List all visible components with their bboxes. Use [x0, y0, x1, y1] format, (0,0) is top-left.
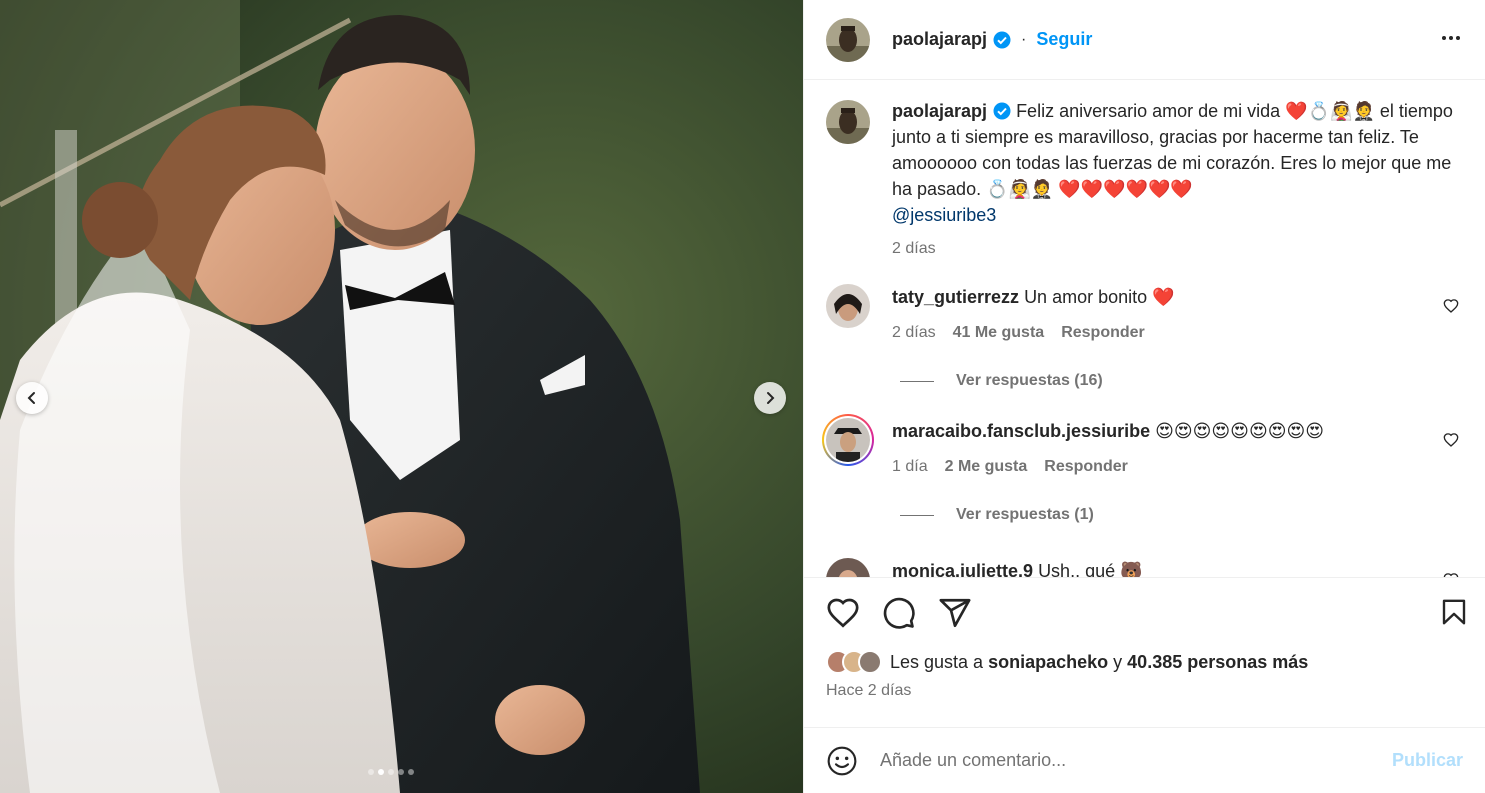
- replies-divider-line: [900, 514, 934, 516]
- carousel-dots: [368, 769, 414, 775]
- follow-button[interactable]: Seguir: [1036, 29, 1092, 50]
- caption-avatar-image: [826, 100, 870, 144]
- ring-emoji: 💍: [986, 179, 1009, 199]
- comment-input[interactable]: [880, 750, 1392, 771]
- post-actions: Les gusta a soniapacheko y 40.385 person…: [804, 577, 1485, 727]
- bear-emoji: 🐻: [1120, 561, 1143, 577]
- comment-username[interactable]: taty_gutierrezz: [892, 287, 1019, 307]
- post-side-panel: paolajarapj · Seguir paolajarapj Feliz a…: [803, 0, 1485, 793]
- publish-button[interactable]: Publicar: [1392, 750, 1463, 771]
- comment-time[interactable]: 1 día: [892, 458, 928, 476]
- carousel-prev-button[interactable]: [16, 382, 48, 414]
- post-photo[interactable]: [0, 0, 803, 793]
- comment-item: monica.juliette.9 Ush.. qué 🐻: [826, 558, 1463, 577]
- commenter-avatar-image: [826, 284, 870, 328]
- like-heart-icon[interactable]: [826, 596, 860, 630]
- post-date[interactable]: Hace 2 días: [826, 682, 1463, 700]
- replies-divider-line: [900, 380, 934, 382]
- commenter-avatar-story-ring[interactable]: [822, 414, 874, 466]
- caption-time[interactable]: 2 días: [892, 240, 936, 258]
- comment-likes-count[interactable]: 2 Me gusta: [945, 458, 1028, 476]
- liker-username[interactable]: soniapacheko: [988, 652, 1108, 673]
- commenter-avatar-image: [826, 418, 870, 462]
- commenter-avatar-image: [826, 558, 870, 577]
- bride-emoji: 👰: [1330, 101, 1353, 121]
- comment-time[interactable]: 2 días: [892, 324, 936, 342]
- caption-mention-link[interactable]: @jessiuribe3: [892, 205, 996, 225]
- verified-badge-icon: [993, 102, 1011, 120]
- comment-likes-count[interactable]: 41 Me gusta: [953, 324, 1045, 342]
- verified-badge-icon: [993, 31, 1011, 48]
- wedding-photo-illustration: [0, 0, 803, 793]
- reply-button[interactable]: Responder: [1061, 324, 1145, 342]
- liker-avatars: [826, 650, 882, 674]
- liker-avatar: [858, 650, 882, 674]
- carousel-dot: [368, 769, 374, 775]
- bride-emoji: 👰: [1008, 179, 1031, 199]
- reply-button[interactable]: Responder: [1044, 458, 1128, 476]
- chevron-left-icon: [27, 392, 35, 404]
- post-header: paolajarapj · Seguir: [804, 0, 1485, 80]
- like-comment-heart-icon[interactable]: [1443, 298, 1459, 314]
- carousel-dot-active: [378, 769, 384, 775]
- comment-text: Ush.. qué: [1038, 561, 1116, 577]
- view-replies-button[interactable]: Ver respuestas (16): [900, 372, 1463, 390]
- red-hearts-emoji: ❤️❤️❤️❤️❤️❤️: [1058, 179, 1193, 199]
- likes-summary[interactable]: Les gusta a soniapacheko y 40.385 person…: [826, 650, 1463, 674]
- like-comment-heart-icon[interactable]: [1443, 432, 1459, 448]
- carousel-dot: [388, 769, 394, 775]
- view-replies-button[interactable]: Ver respuestas (1): [900, 506, 1463, 524]
- ring-emoji: 💍: [1307, 101, 1331, 121]
- caption-avatar[interactable]: [826, 100, 870, 144]
- caption-text-part1: Feliz aniversario amor de mi vida: [1016, 101, 1286, 121]
- emoji-picker-icon[interactable]: [826, 745, 858, 777]
- share-paper-plane-icon[interactable]: [938, 596, 972, 630]
- commenter-avatar: [826, 418, 870, 462]
- comment-username[interactable]: monica.juliette.9: [892, 561, 1033, 577]
- commenter-avatar[interactable]: [826, 558, 870, 577]
- view-replies-label: Ver respuestas (16): [956, 372, 1103, 389]
- post-caption: paolajarapj Feliz aniversario amor de mi…: [826, 98, 1463, 258]
- comment-item: maracaibo.fansclub.jessiuribe 😍😍😍😍😍😍😍😍😍 …: [822, 414, 1463, 476]
- carousel-dot: [398, 769, 404, 775]
- more-options-icon[interactable]: [1439, 26, 1463, 50]
- instagram-post-modal: paolajarapj · Seguir paolajarapj Feliz a…: [0, 0, 1485, 793]
- carousel-dot: [408, 769, 414, 775]
- author-avatar[interactable]: [826, 17, 870, 62]
- comments-list[interactable]: paolajarapj Feliz aniversario amor de mi…: [804, 80, 1485, 577]
- comment-item: taty_gutierrezz Un amor bonito ❤️ 2 días…: [826, 284, 1463, 342]
- comment-username[interactable]: maracaibo.fansclub.jessiuribe: [892, 421, 1150, 441]
- view-replies-label: Ver respuestas (1): [956, 506, 1094, 523]
- caption-username[interactable]: paolajarapj: [892, 101, 987, 121]
- save-bookmark-icon[interactable]: [1439, 596, 1469, 628]
- separator-dot: ·: [1021, 30, 1027, 48]
- author-avatar-image: [826, 17, 870, 62]
- commenter-avatar[interactable]: [826, 284, 870, 328]
- author-username[interactable]: paolajarapj: [892, 29, 987, 50]
- comment-text: Un amor bonito: [1024, 287, 1148, 307]
- red-heart-emoji: ❤️: [1285, 101, 1308, 121]
- likes-mid: y: [1113, 651, 1123, 672]
- comment-bubble-icon[interactable]: [882, 596, 916, 630]
- heart-eyes-emojis: 😍😍😍😍😍😍😍😍😍: [1155, 421, 1325, 441]
- likes-count[interactable]: 40.385 personas más: [1127, 652, 1308, 673]
- likes-prefix: Les gusta a: [890, 651, 984, 672]
- groom-emoji: 🤵: [1352, 101, 1375, 121]
- comment-composer: Publicar: [804, 727, 1485, 793]
- red-heart-emoji: ❤️: [1152, 287, 1175, 307]
- chevron-right-icon: [767, 392, 775, 404]
- groom-emoji: 🤵: [1030, 179, 1054, 199]
- carousel-next-button[interactable]: [754, 382, 786, 414]
